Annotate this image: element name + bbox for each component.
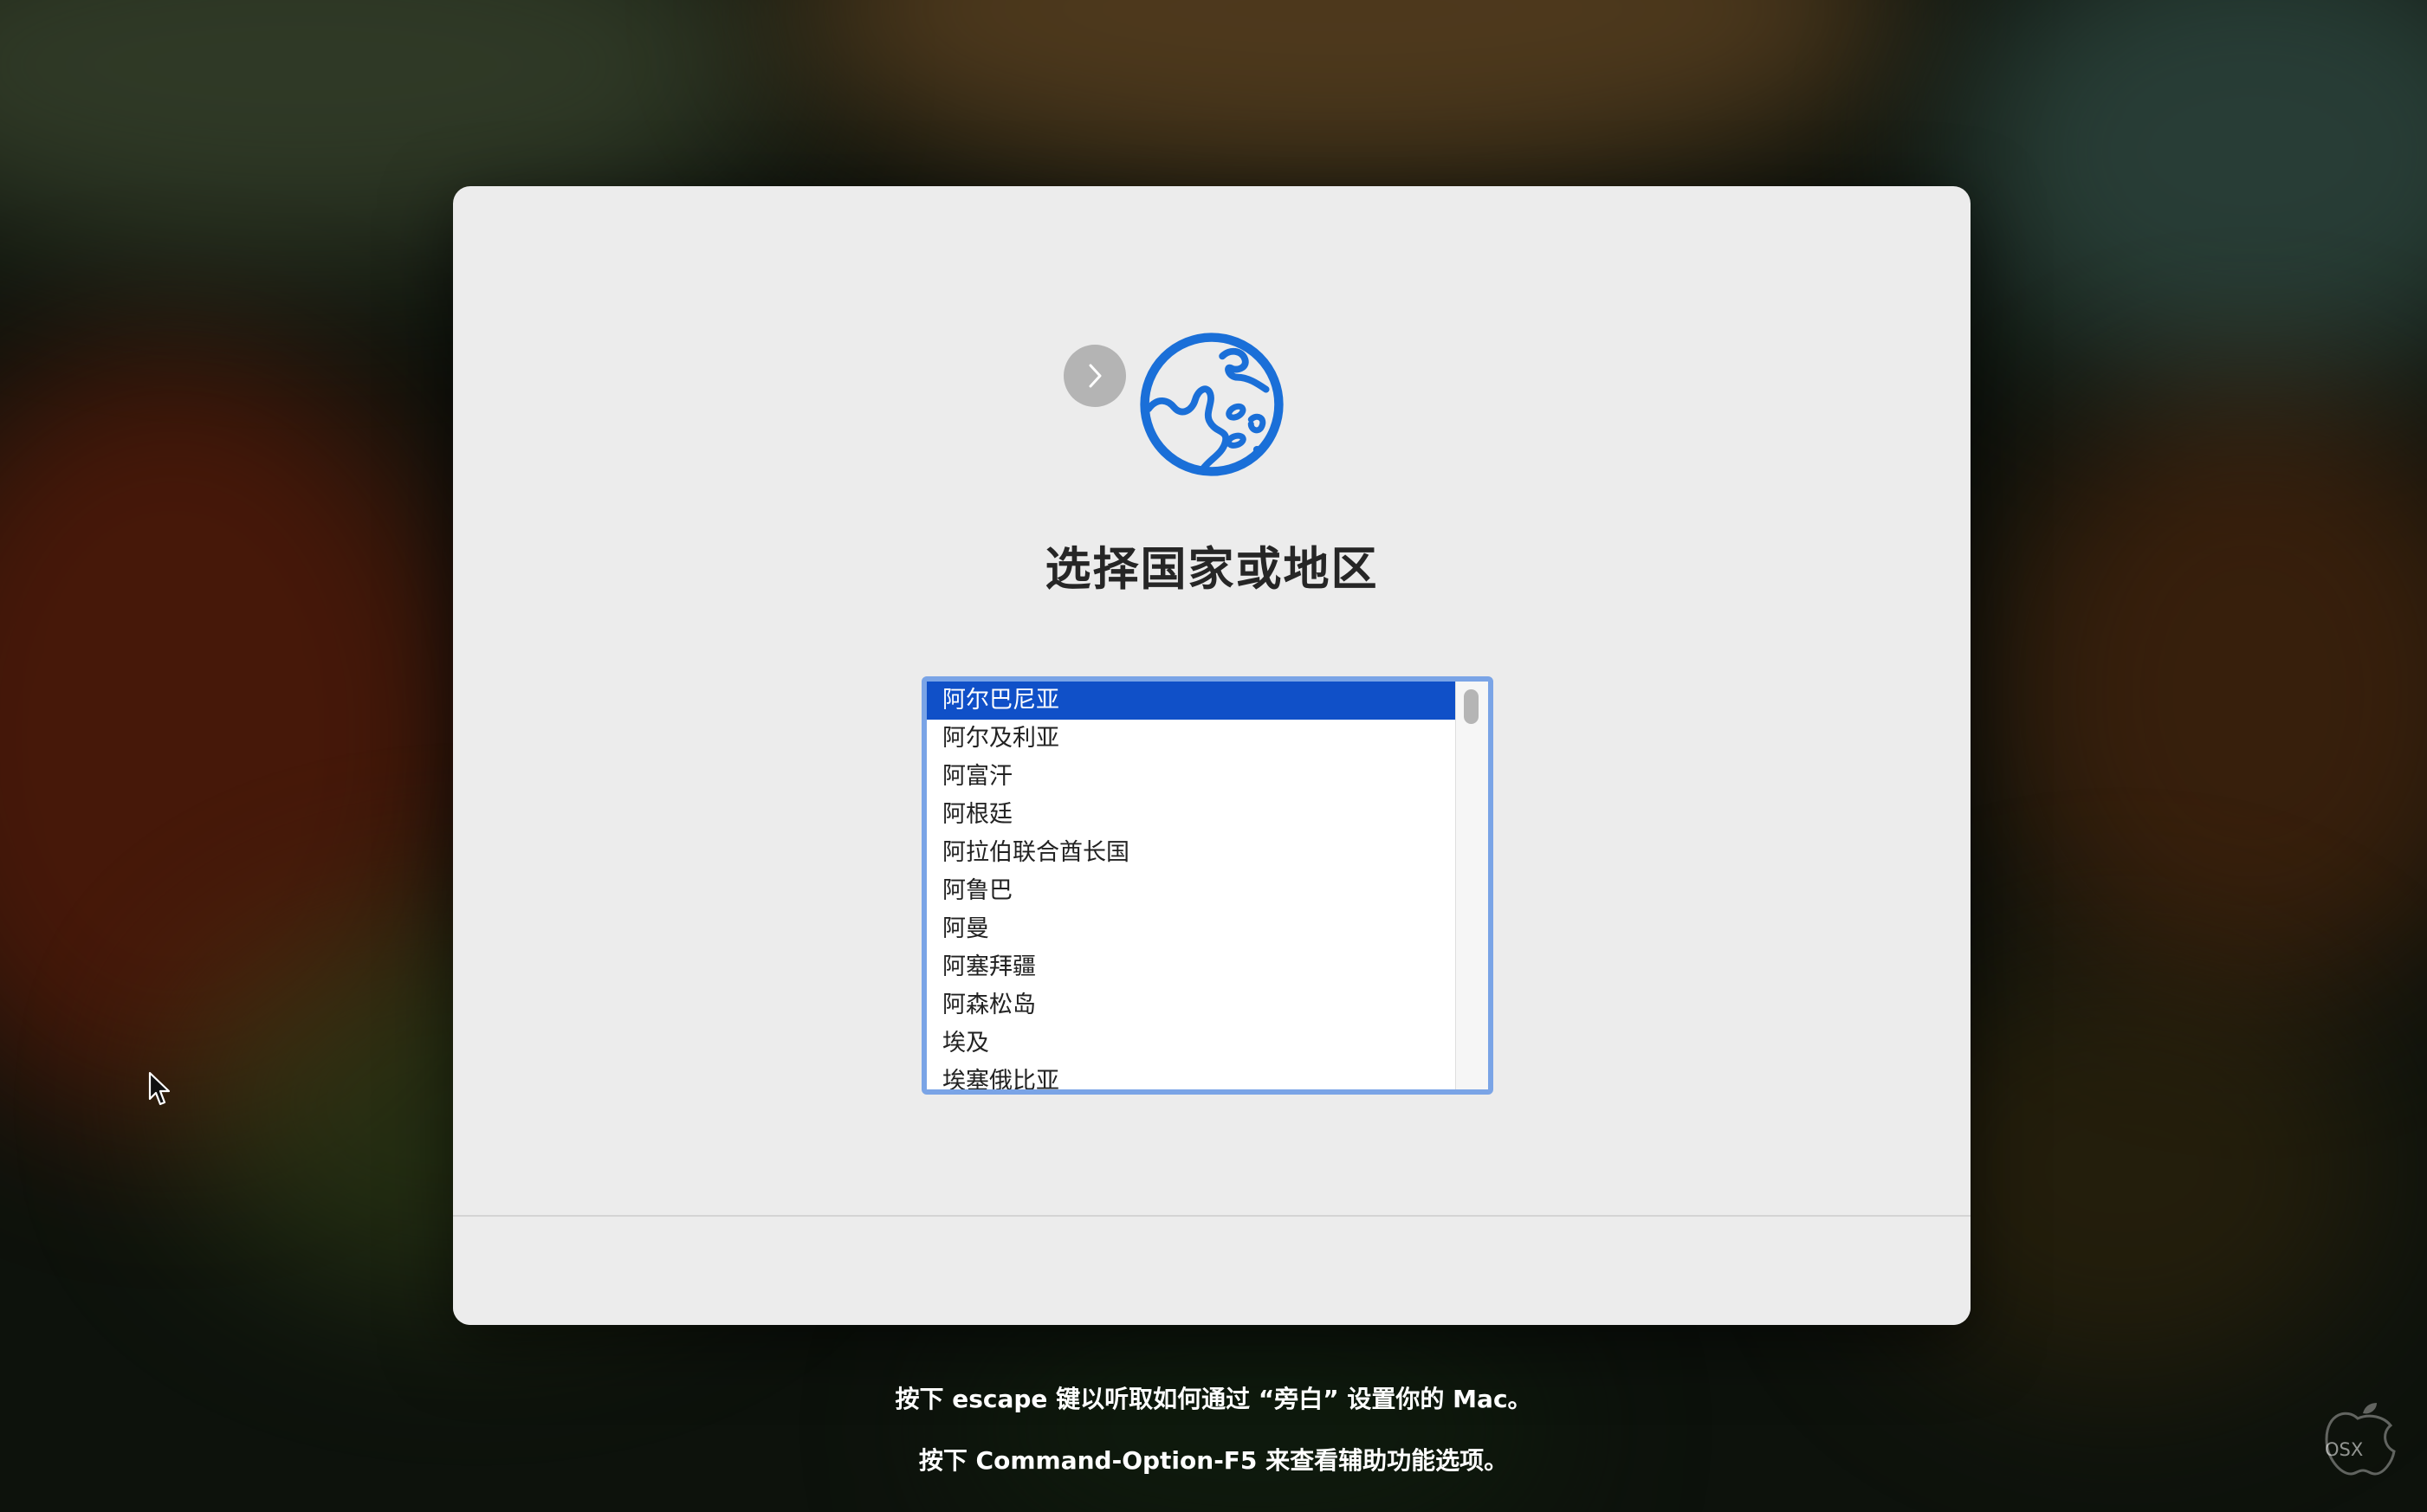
accessibility-hint: 按下 Command-Option-F5 来查看辅助功能选项。 [918,1446,1509,1475]
country-list: 阿尔巴尼亚 阿尔及利亚 阿富汗 阿根廷 阿拉伯联合酋长国 阿鲁巴 阿曼 阿塞拜疆… [927,682,1456,1089]
list-item-selected[interactable]: 阿尔巴尼亚 [927,682,1456,720]
list-item[interactable]: 阿鲁巴 [927,872,1456,910]
chevron-right-icon [1089,364,1102,388]
list-scrollbar[interactable] [1455,682,1488,1089]
osx-watermark-text: OSX [2325,1439,2364,1460]
list-item[interactable]: 埃塞俄比亚 [927,1063,1456,1089]
list-item[interactable]: 阿拉伯联合酋长国 [927,834,1456,872]
mouse-pointer-icon [148,1071,171,1106]
forward-button[interactable] [1064,345,1126,407]
list-item[interactable]: 阿尔及利亚 [927,720,1456,758]
dialog-footer [453,1215,1971,1325]
list-item[interactable]: 阿富汗 [927,758,1456,796]
setup-dialog: 选择国家或地区 阿尔巴尼亚 阿尔及利亚 阿富汗 阿根廷 阿拉伯联合酋长国 阿鲁巴… [453,186,1971,1325]
voiceover-hint: 按下 escape 键以听取如何通过 “旁白” 设置你的 Mac。 [895,1385,1532,1413]
globe-icon [1140,333,1284,476]
scrollbar-thumb[interactable] [1464,689,1479,724]
list-item[interactable]: 阿曼 [927,910,1456,948]
list-item[interactable]: 阿塞拜疆 [927,948,1456,986]
country-listbox[interactable]: 阿尔巴尼亚 阿尔及利亚 阿富汗 阿根廷 阿拉伯联合酋长国 阿鲁巴 阿曼 阿塞拜疆… [922,676,1493,1095]
list-item[interactable]: 阿根廷 [927,796,1456,834]
page-title: 选择国家或地区 [1045,543,1379,596]
list-item[interactable]: 埃及 [927,1024,1456,1063]
list-item[interactable]: 阿森松岛 [927,986,1456,1024]
